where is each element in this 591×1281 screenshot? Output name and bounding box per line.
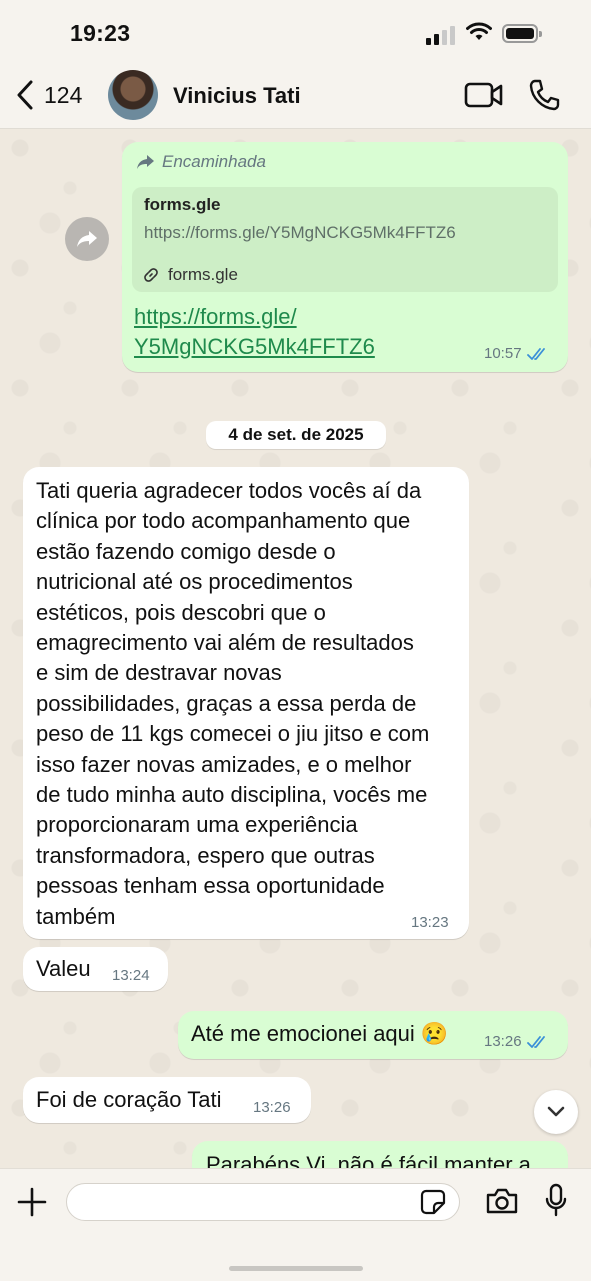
camera-icon xyxy=(486,1188,518,1214)
forwarded-icon xyxy=(137,155,154,169)
link-line-1[interactable]: https://forms.gle/ xyxy=(134,302,375,332)
forwarded-link-message[interactable]: Encaminhada forms.gle https://forms.gle/… xyxy=(122,142,568,372)
status-time: 19:23 xyxy=(70,20,131,46)
incoming-message-valeu[interactable]: Valeu 13:24 xyxy=(23,947,168,991)
video-camera-icon xyxy=(464,82,503,108)
phone-icon xyxy=(529,79,560,111)
message-time: 13:26 xyxy=(253,1099,291,1116)
outgoing-message-emocionei[interactable]: Até me emocionei aqui 😢 13:26 xyxy=(178,1011,568,1059)
incoming-message-coracao[interactable]: Foi de coração Tati 13:26 xyxy=(23,1077,311,1123)
wifi-icon xyxy=(466,22,492,47)
contact-avatar[interactable] xyxy=(108,70,158,120)
date-separator: 4 de set. de 2025 xyxy=(206,421,386,449)
read-receipt-icon xyxy=(526,1035,545,1048)
message-time: 13:23 xyxy=(411,914,449,931)
message-text: Valeu xyxy=(36,956,91,981)
link-preview-url: https://forms.gle/Y5MgNCKG5Mk4FFTZ6 xyxy=(144,223,456,242)
link-preview-domain: forms.gle xyxy=(144,265,238,285)
scroll-to-bottom-button[interactable] xyxy=(534,1090,578,1134)
message-text: Até me emocionei aqui 😢 xyxy=(191,1021,449,1046)
message-composer xyxy=(0,1168,591,1281)
back-button[interactable]: 124 xyxy=(14,78,82,112)
microphone-icon xyxy=(545,1183,567,1217)
forwarded-text: Encaminhada xyxy=(162,152,266,171)
forward-arrow-icon xyxy=(77,231,97,247)
voice-call-button[interactable] xyxy=(528,78,560,117)
attach-button[interactable] xyxy=(16,1186,48,1223)
contact-name[interactable]: Vinicius Tati xyxy=(173,83,301,109)
sticker-button[interactable] xyxy=(420,1189,446,1220)
home-indicator xyxy=(229,1266,363,1271)
link-preview-title: forms.gle xyxy=(144,195,221,214)
message-meta: 10:57 xyxy=(484,345,549,362)
message-time: 13:24 xyxy=(112,967,150,984)
cellular-signal-icon xyxy=(426,26,455,45)
forwarded-label: Encaminhada xyxy=(136,152,266,172)
crying-emoji: 😢 xyxy=(420,1021,449,1046)
battery-icon xyxy=(502,24,542,43)
unread-count: 124 xyxy=(44,81,83,108)
message-time: 13:26 xyxy=(484,1033,522,1050)
message-input[interactable] xyxy=(66,1183,460,1221)
voice-message-button[interactable] xyxy=(544,1183,568,1224)
sticker-icon xyxy=(420,1189,446,1215)
message-time: 10:57 xyxy=(484,345,522,362)
video-call-button[interactable] xyxy=(464,80,504,115)
link-icon xyxy=(144,268,158,282)
message-meta: 13:26 xyxy=(484,1033,549,1050)
message-link[interactable]: https://forms.gle/ Y5MgNCKG5Mk4FFTZ6 xyxy=(134,302,375,362)
link-preview-card[interactable]: forms.gle https://forms.gle/Y5MgNCKG5Mk4… xyxy=(132,187,558,292)
link-domain-text: forms.gle xyxy=(168,265,238,284)
chat-header: 124 Vinicius Tati xyxy=(0,64,591,129)
chevron-left-icon xyxy=(17,80,33,110)
camera-button[interactable] xyxy=(485,1187,519,1220)
forward-message-button[interactable] xyxy=(65,217,109,261)
message-text: Foi de coração Tati xyxy=(36,1087,222,1112)
message-text: Tati queria agradecer todos vocês aí da … xyxy=(36,478,430,929)
read-receipt-icon xyxy=(526,347,545,360)
chevron-down-icon xyxy=(547,1106,565,1117)
plus-icon xyxy=(17,1187,47,1217)
status-bar: 19:23 xyxy=(0,0,591,64)
incoming-message-long[interactable]: Tati queria agradecer todos vocês aí da … xyxy=(23,467,469,939)
link-line-2[interactable]: Y5MgNCKG5Mk4FFTZ6 xyxy=(134,332,375,362)
